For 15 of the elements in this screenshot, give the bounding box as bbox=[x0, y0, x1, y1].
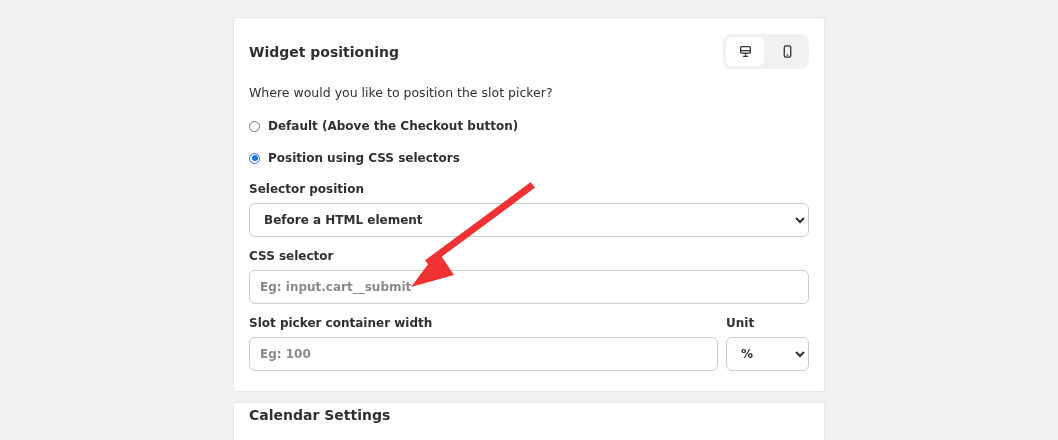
field-label: Unit bbox=[726, 316, 756, 330]
field-label: CSS selector bbox=[249, 249, 335, 263]
desktop-view-button[interactable] bbox=[726, 37, 764, 66]
field-label: Selector position bbox=[249, 182, 365, 196]
desktop-icon bbox=[738, 45, 752, 58]
css-selector-field[interactable]: Eg: input.cart__submit bbox=[249, 270, 809, 304]
radio-label: Default (Above the Checkout button) bbox=[268, 119, 519, 133]
question-text: Where would you like to position the slot picker? bbox=[249, 85, 554, 100]
unit-dropdown[interactable]: % bbox=[726, 337, 809, 371]
card-title: Widget positioning bbox=[249, 43, 399, 60]
radio-label: Position using CSS selectors bbox=[268, 151, 460, 165]
width-field[interactable]: Eg: 100 bbox=[249, 337, 718, 371]
selector-position-dropdown[interactable]: Before a HTML element bbox=[249, 203, 809, 237]
field-label: Slot picker container width bbox=[249, 316, 434, 330]
card-title: Calendar Settings bbox=[249, 407, 392, 423]
